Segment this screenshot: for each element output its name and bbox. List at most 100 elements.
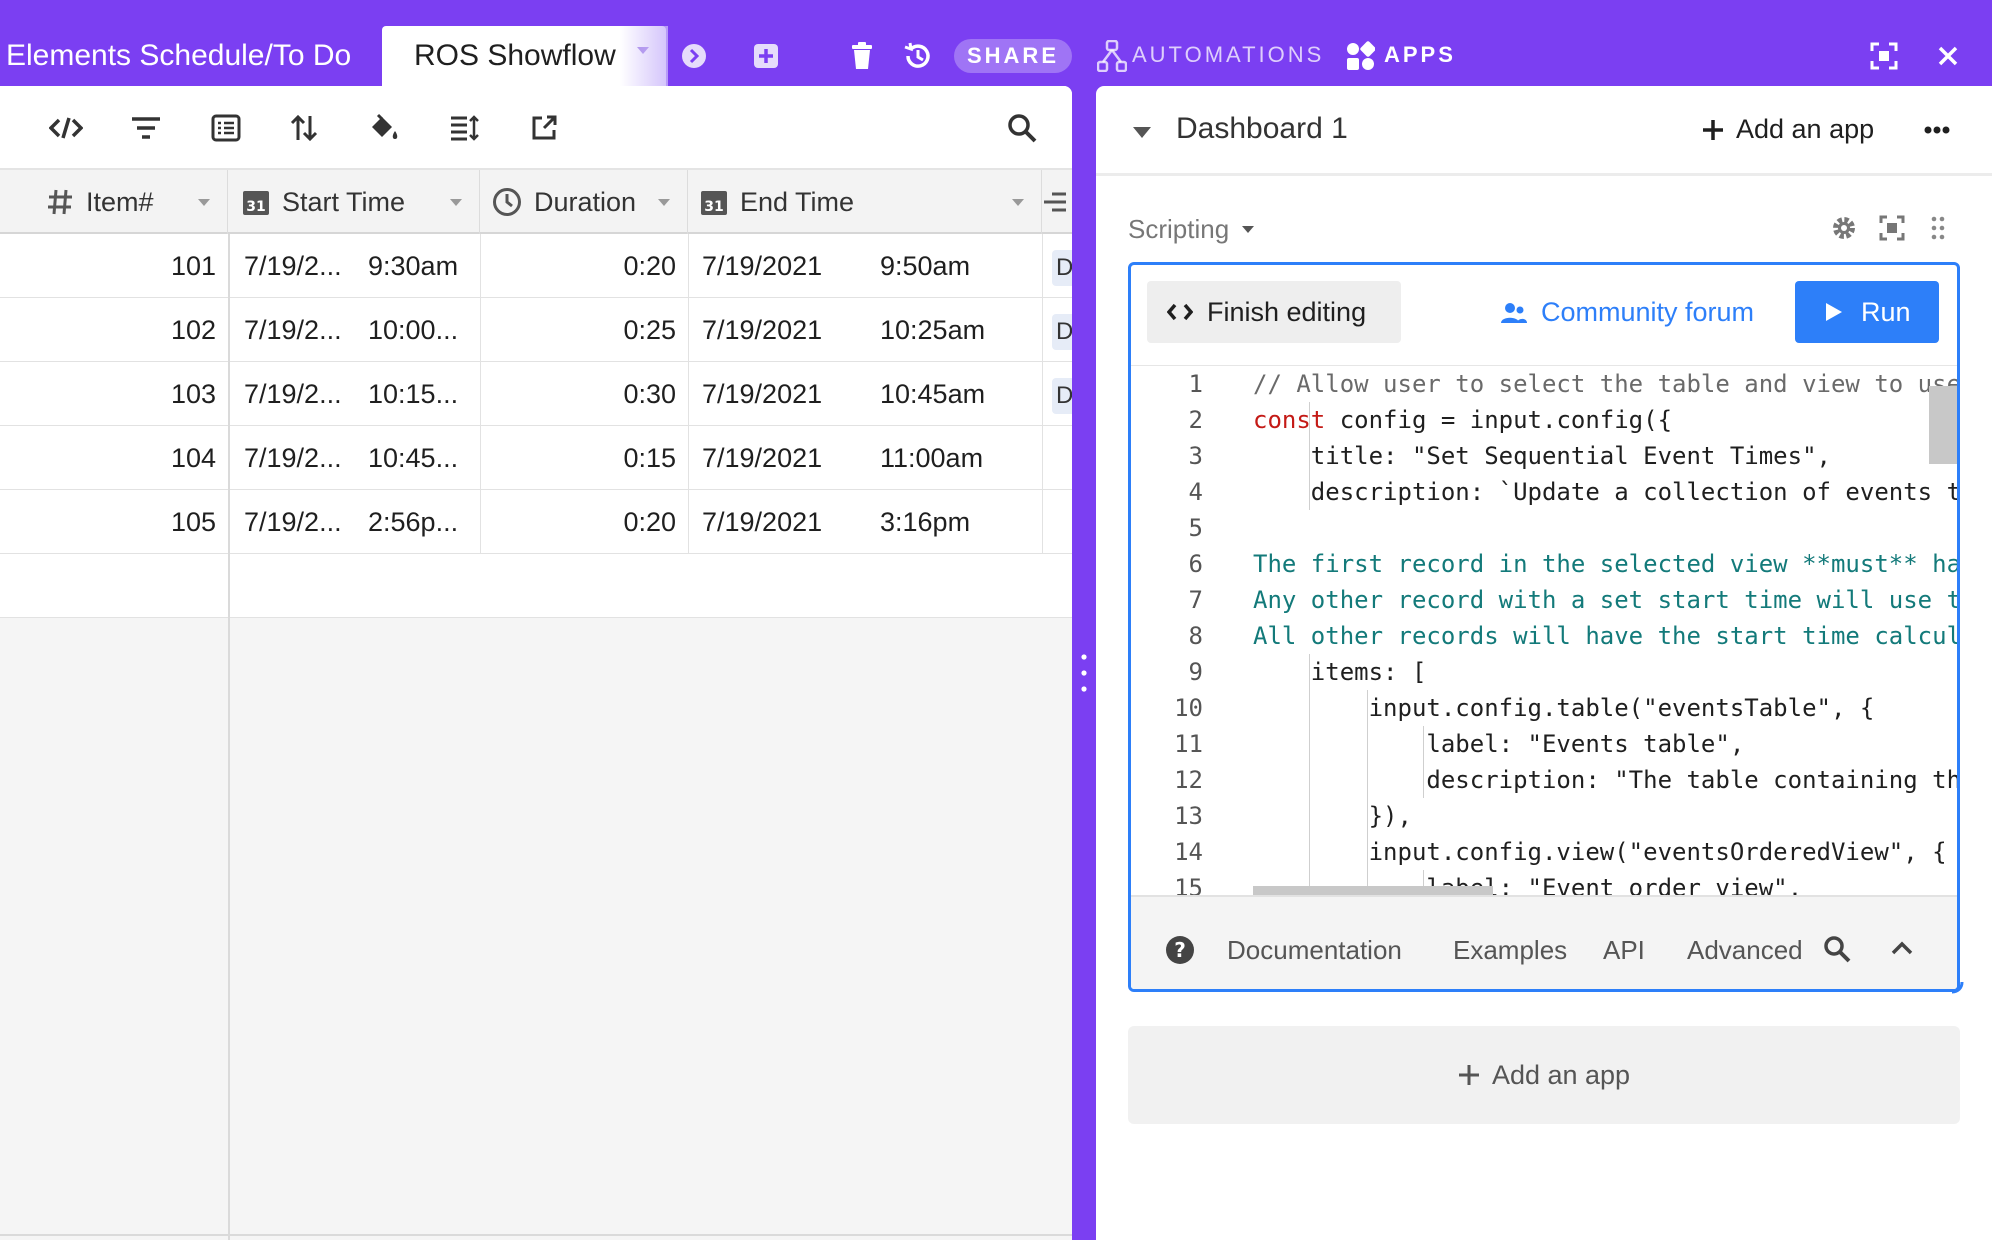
- run-button[interactable]: Run: [1795, 281, 1939, 343]
- hide-fields-icon[interactable]: [48, 110, 84, 146]
- cell-linked-record[interactable]: D: [1052, 378, 1072, 414]
- apps-button[interactable]: APPS: [1384, 42, 1456, 68]
- vertical-scrollbar[interactable]: [1929, 386, 1957, 464]
- column-header-duration[interactable]: Duration: [480, 170, 688, 234]
- add-app-button[interactable]: Add an app: [1702, 114, 1874, 145]
- cell-duration[interactable]: 0:25: [480, 298, 676, 362]
- drag-handle-icon[interactable]: [1081, 654, 1087, 692]
- add-app-card[interactable]: Add an app: [1128, 1026, 1960, 1124]
- cell-start-time[interactable]: 10:15...: [368, 362, 476, 426]
- table-row[interactable]: 104 7/19/2... 10:45... 0:15 7/19/2021 11:00am: [0, 426, 1072, 490]
- app-name-menu[interactable]: Scripting: [1128, 214, 1255, 245]
- help-icon[interactable]: ?: [1165, 935, 1195, 965]
- close-icon[interactable]: [1930, 38, 1966, 74]
- chevron-down-icon[interactable]: [449, 198, 463, 207]
- caret-down-icon[interactable]: [1132, 126, 1152, 140]
- code-editor[interactable]: 1 // Allow user to select the table and v…: [1131, 365, 1960, 895]
- cell-start-time[interactable]: 10:00...: [368, 298, 476, 362]
- expand-icon[interactable]: [1876, 212, 1908, 244]
- cell-end-date[interactable]: 7/19/2021: [702, 362, 872, 426]
- cell-start-time[interactable]: 10:45...: [368, 426, 476, 490]
- add-table-icon[interactable]: [748, 38, 784, 74]
- trash-icon[interactable]: [844, 38, 880, 74]
- tab-elements-schedule[interactable]: Elements Schedule/To Do: [0, 26, 380, 86]
- row-height-icon[interactable]: [446, 110, 482, 146]
- cell-divider: [1042, 234, 1043, 298]
- filter-icon[interactable]: [128, 110, 164, 146]
- more-icon[interactable]: [1924, 126, 1950, 134]
- chevron-right-circle-icon[interactable]: [676, 38, 712, 74]
- new-row[interactable]: [0, 554, 1072, 618]
- cell-duration[interactable]: 0:30: [480, 362, 676, 426]
- column-header-start-time[interactable]: 31 Start Time: [228, 170, 480, 234]
- cell-item[interactable]: 103: [0, 362, 216, 426]
- community-forum-link[interactable]: Community forum: [1501, 297, 1754, 328]
- search-icon[interactable]: [1004, 110, 1040, 146]
- search-icon[interactable]: [1823, 935, 1851, 963]
- cell-duration[interactable]: 0:20: [480, 490, 676, 554]
- horizontal-scrollbar[interactable]: [1253, 886, 1493, 895]
- field-options-icon[interactable]: [1042, 170, 1072, 234]
- sort-icon[interactable]: [286, 110, 322, 146]
- chevron-down-icon[interactable]: [1011, 198, 1025, 207]
- line-number: 12: [1174, 766, 1203, 794]
- table-row[interactable]: 101 7/19/2... 9:30am 0:20 7/19/2021 9:50am D: [0, 234, 1072, 298]
- settings-icon[interactable]: [1828, 212, 1860, 244]
- cell-start-time[interactable]: 9:30am: [368, 234, 476, 298]
- cell-end-time[interactable]: 3:16pm: [880, 490, 1040, 554]
- cell-end-time[interactable]: 10:45am: [880, 362, 1040, 426]
- cell-start-date[interactable]: 7/19/2...: [244, 234, 354, 298]
- column-header-item[interactable]: Item#: [0, 170, 228, 234]
- advanced-link[interactable]: Advanced: [1687, 935, 1803, 966]
- automations-icon[interactable]: [1094, 38, 1130, 74]
- dashboard-title[interactable]: Dashboard 1: [1176, 112, 1348, 146]
- cell-start-date[interactable]: 7/19/2...: [244, 298, 354, 362]
- cell-start-time[interactable]: 2:56p...: [368, 490, 476, 554]
- share-view-icon[interactable]: [526, 110, 562, 146]
- fullscreen-icon[interactable]: [1866, 38, 1902, 74]
- table-row[interactable]: 103 7/19/2... 10:15... 0:30 7/19/2021 10:45am…: [0, 362, 1072, 426]
- cell-start-date[interactable]: 7/19/2...: [244, 362, 354, 426]
- cell-end-time[interactable]: 9:50am: [880, 234, 1040, 298]
- cell-start-date[interactable]: 7/19/2...: [244, 426, 354, 490]
- color-icon[interactable]: [366, 110, 402, 146]
- cell-item[interactable]: 105: [0, 490, 216, 554]
- cell-divider: [1042, 426, 1043, 490]
- cell-end-time[interactable]: 11:00am: [880, 426, 1040, 490]
- apps-icon[interactable]: [1342, 38, 1378, 74]
- resize-corner-icon[interactable]: [1950, 980, 1964, 994]
- share-button[interactable]: SHARE: [954, 39, 1072, 73]
- column-header-end-time[interactable]: 31 End Time: [688, 170, 1042, 234]
- cell-item[interactable]: 102: [0, 298, 216, 362]
- table-row[interactable]: 105 7/19/2... 2:56p... 0:20 7/19/2021 3:16pm: [0, 490, 1072, 554]
- play-icon: [1825, 302, 1843, 322]
- finish-editing-button[interactable]: Finish editing: [1147, 281, 1401, 343]
- group-icon[interactable]: [208, 110, 244, 146]
- cell-end-time[interactable]: 10:25am: [880, 298, 1040, 362]
- cell-divider: [688, 298, 689, 362]
- cell-duration[interactable]: 0:20: [480, 234, 676, 298]
- panel-resize-handle[interactable]: [1072, 86, 1096, 1240]
- cell-duration[interactable]: 0:15: [480, 426, 676, 490]
- chevron-down-icon[interactable]: [657, 198, 671, 207]
- automations-button[interactable]: AUTOMATIONS: [1132, 42, 1324, 68]
- cell-end-date[interactable]: 7/19/2021: [702, 426, 872, 490]
- cell-item[interactable]: 104: [0, 426, 216, 490]
- cell-linked-record[interactable]: D: [1052, 250, 1072, 286]
- chevron-up-icon[interactable]: [1891, 941, 1913, 955]
- cell-end-date[interactable]: 7/19/2021: [702, 490, 872, 554]
- api-link[interactable]: API: [1603, 935, 1645, 966]
- documentation-link[interactable]: Documentation: [1227, 935, 1402, 966]
- chevron-down-icon[interactable]: [197, 198, 211, 207]
- cell-end-date[interactable]: 7/19/2021: [702, 298, 872, 362]
- table-row[interactable]: 102 7/19/2... 10:00... 0:25 7/19/2021 10:25am…: [0, 298, 1072, 362]
- cell-item[interactable]: 101: [0, 234, 216, 298]
- cell-end-date[interactable]: 7/19/2021: [702, 234, 872, 298]
- cell-linked-record[interactable]: D: [1052, 314, 1072, 350]
- cell-start-date[interactable]: 7/19/2...: [244, 490, 354, 554]
- code-text: The first record in the selected view **…: [1253, 550, 1960, 578]
- drag-handle-icon[interactable]: [1922, 212, 1954, 244]
- examples-link[interactable]: Examples: [1453, 935, 1567, 966]
- history-icon[interactable]: [900, 38, 936, 74]
- number-icon: [46, 188, 74, 216]
